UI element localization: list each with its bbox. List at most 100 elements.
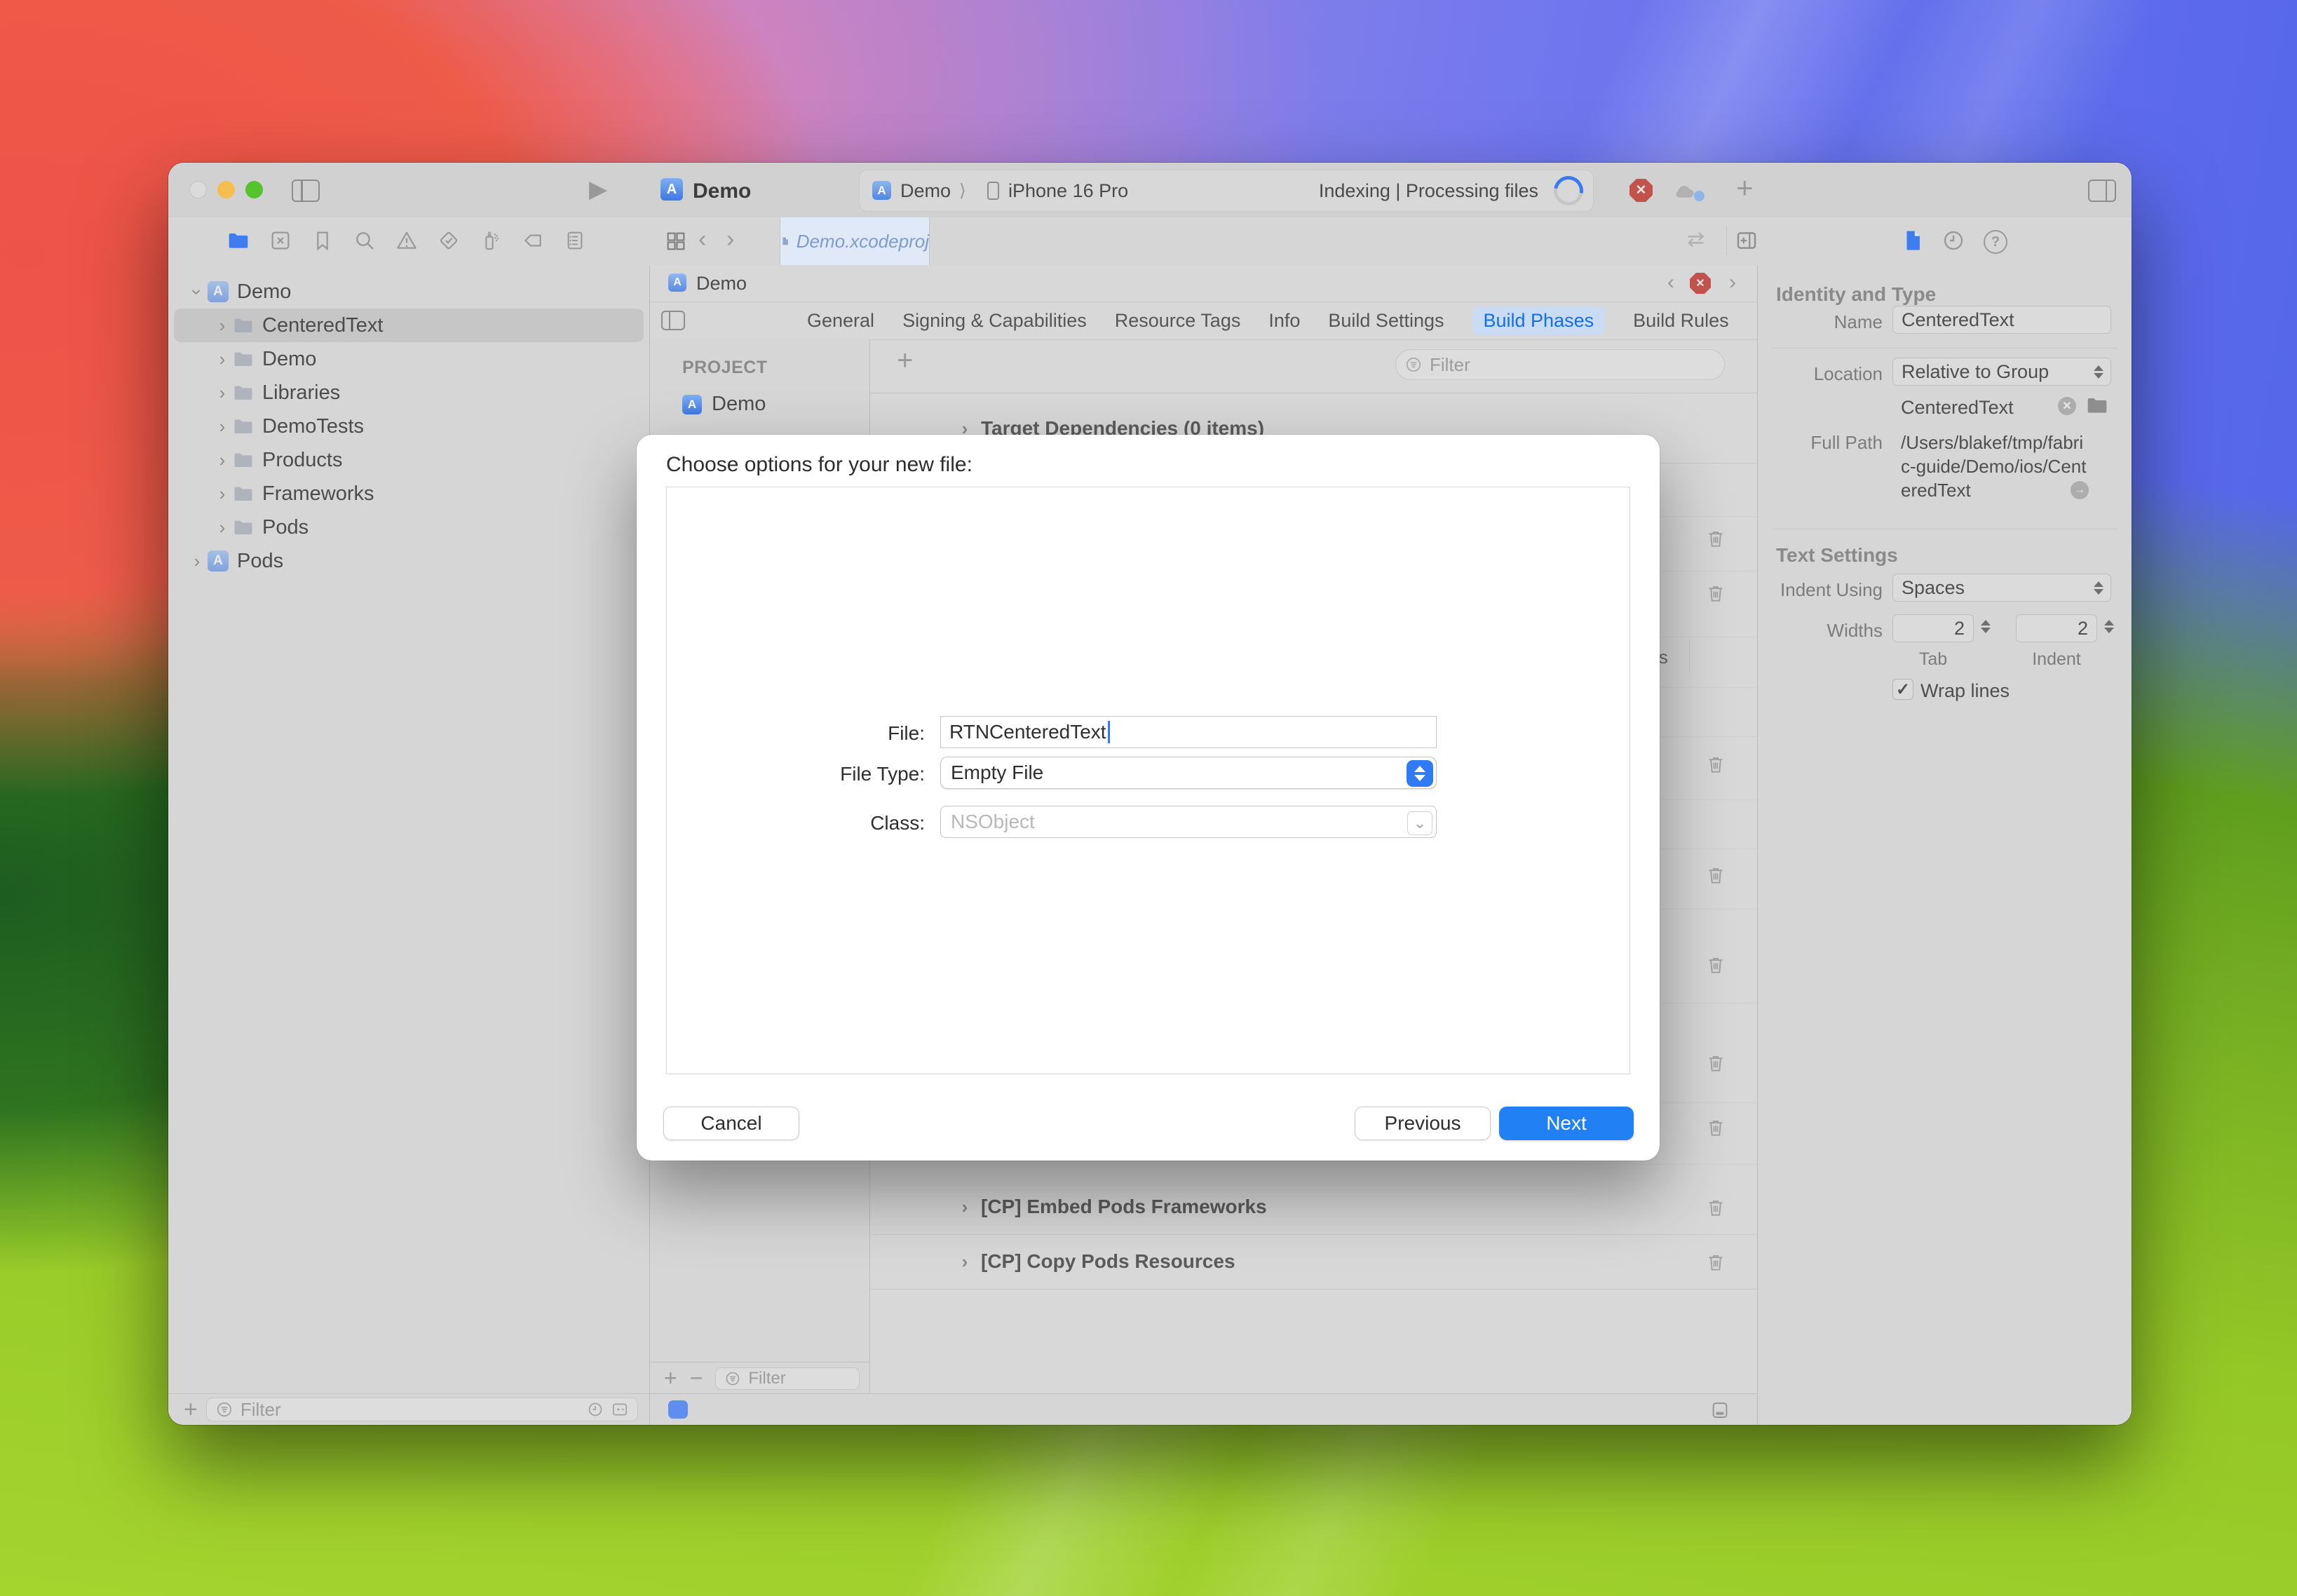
location-popup[interactable]: Relative to Group <box>1892 358 2111 386</box>
activity-viewer[interactable]: A Demo ⟩ iPhone 16 Pro Indexing | Proces… <box>859 170 1594 212</box>
add-editor-icon[interactable] <box>1735 229 1759 252</box>
disclosure-icon[interactable]: › <box>188 550 206 572</box>
back-button[interactable]: ‹ <box>698 226 706 253</box>
tree-row-products[interactable]: › Products <box>174 443 644 477</box>
find-navigator-icon[interactable] <box>353 229 376 252</box>
tab-build-rules[interactable]: Build Rules <box>1633 310 1729 332</box>
disclosure-icon[interactable]: › <box>213 449 231 471</box>
tree-row-pods-project[interactable]: › A Pods <box>174 544 644 578</box>
traffic-light-minimize[interactable] <box>217 181 235 198</box>
phases-filter-field[interactable]: Filter <box>1395 349 1725 380</box>
editor-mode-icon[interactable] <box>668 1400 688 1419</box>
issue-prev-button[interactable]: ‹ <box>1667 271 1674 295</box>
delete-phase-icon[interactable] <box>1705 527 1726 550</box>
tab-signing-capabilities[interactable]: Signing & Capabilities <box>902 310 1087 332</box>
editor-tab[interactable]: Demo.xcodeproj <box>780 217 930 265</box>
bookmark-navigator-icon[interactable] <box>311 229 334 252</box>
tree-row-demo-project[interactable]: › A Demo <box>174 275 644 309</box>
clear-group-icon[interactable]: ✕ <box>2058 397 2076 415</box>
project-list-item-demo[interactable]: A Demo <box>682 393 766 416</box>
scheme-name[interactable]: Demo <box>900 180 951 202</box>
delete-phase-icon[interactable] <box>1705 954 1726 976</box>
navigator-filter-field[interactable]: Filter <box>206 1398 638 1421</box>
breakpoint-navigator-icon[interactable] <box>522 229 544 252</box>
file-inspector-icon[interactable] <box>1901 229 1925 252</box>
tree-row-pods-group[interactable]: › Pods <box>174 510 644 544</box>
source-control-filter-icon[interactable] <box>611 1400 629 1419</box>
remove-target-button[interactable]: − <box>690 1365 703 1391</box>
toggle-project-list-icon[interactable] <box>661 311 685 330</box>
tab-build-settings[interactable]: Build Settings <box>1328 310 1444 332</box>
previous-button[interactable]: Previous <box>1355 1107 1491 1140</box>
delete-phase-icon[interactable] <box>1705 1196 1726 1219</box>
disclosure-icon[interactable]: › <box>956 1251 974 1273</box>
help-inspector-icon[interactable]: ? <box>1984 230 2007 254</box>
tab-info[interactable]: Info <box>1268 310 1300 332</box>
delete-phase-icon[interactable] <box>1705 1116 1726 1139</box>
adjust-editor-icon[interactable] <box>1709 1400 1730 1421</box>
history-inspector-icon[interactable] <box>1942 229 1965 252</box>
tree-row-frameworks[interactable]: › Frameworks <box>174 477 644 510</box>
tree-row-centeredtext[interactable]: › CenteredText <box>174 309 644 342</box>
add-file-button[interactable]: + <box>184 1396 198 1423</box>
library-add-button[interactable]: + <box>1736 171 1754 205</box>
name-field[interactable]: CenteredText <box>1892 306 2111 334</box>
add-build-phase-button[interactable]: + <box>897 345 913 377</box>
disclosure-icon[interactable]: › <box>187 283 208 301</box>
code-review-icon[interactable]: ⇄ <box>1687 227 1705 252</box>
test-navigator-icon[interactable] <box>438 229 460 252</box>
disclosure-icon[interactable]: › <box>213 517 231 539</box>
disclosure-icon[interactable]: › <box>213 349 231 370</box>
phase-row-embed-pods[interactable]: › [CP] Embed Pods Frameworks <box>870 1179 1757 1234</box>
error-badge[interactable]: ✕ <box>1629 179 1653 202</box>
run-button[interactable]: ▶ <box>589 175 607 203</box>
run-destination[interactable]: iPhone 16 Pro <box>1008 180 1128 202</box>
tree-row-demotests[interactable]: › DemoTests <box>174 410 644 443</box>
phase-row-copy-pods[interactable]: › [CP] Copy Pods Resources <box>870 1234 1757 1289</box>
indent-using-popup[interactable]: Spaces <box>1892 574 2111 602</box>
tree-row-demo-group[interactable]: › Demo <box>174 342 644 376</box>
issue-next-button[interactable]: › <box>1729 271 1736 295</box>
disclosure-icon[interactable]: › <box>956 1196 974 1218</box>
target-filter-field[interactable]: Filter <box>715 1367 860 1390</box>
add-target-button[interactable]: + <box>664 1365 677 1391</box>
delete-phase-icon[interactable] <box>1705 1251 1726 1273</box>
tab-resource-tags[interactable]: Resource Tags <box>1115 310 1241 332</box>
disclosure-icon[interactable]: › <box>213 416 231 438</box>
breadcrumb[interactable]: Demo <box>696 273 747 295</box>
cancel-button[interactable]: Cancel <box>663 1107 799 1140</box>
delete-phase-icon[interactable] <box>1705 864 1726 886</box>
tab-build-phases[interactable]: Build Phases <box>1472 306 1606 335</box>
toggle-inspector-icon[interactable] <box>2088 180 2116 202</box>
tab-width-field[interactable]: 2 <box>1892 614 1974 642</box>
source-control-icon[interactable] <box>269 229 292 252</box>
forward-button[interactable]: › <box>726 226 734 253</box>
class-combo-box[interactable]: NSObject ⌄ <box>940 806 1437 838</box>
traffic-light-close[interactable] <box>189 181 207 198</box>
toggle-navigator-icon[interactable] <box>292 180 320 202</box>
traffic-light-zoom[interactable] <box>245 181 263 198</box>
issue-error-badge[interactable]: ✕ <box>1690 273 1711 294</box>
delete-phase-icon[interactable] <box>1705 1052 1726 1074</box>
wrap-lines-checkbox[interactable]: ✓ <box>1892 679 1913 700</box>
issue-navigator-icon[interactable] <box>395 229 418 252</box>
indent-width-stepper[interactable] <box>2104 620 2125 633</box>
open-path-arrow-icon[interactable]: → <box>2071 481 2089 499</box>
disclosure-icon[interactable]: › <box>213 382 231 404</box>
project-navigator-icon[interactable] <box>227 229 250 252</box>
choose-folder-icon[interactable] <box>2086 394 2108 417</box>
disclosure-icon[interactable]: › <box>213 483 231 505</box>
recents-clock-icon[interactable] <box>587 1401 604 1418</box>
debug-navigator-icon[interactable] <box>480 229 502 252</box>
indent-width-field[interactable]: 2 <box>2016 614 2097 642</box>
tree-row-libraries[interactable]: › Libraries <box>174 376 644 410</box>
tab-general[interactable]: General <box>807 310 874 332</box>
file-name-input[interactable]: RTNCenteredText <box>940 716 1437 748</box>
file-type-popup[interactable]: Empty File <box>940 757 1437 789</box>
delete-phase-icon[interactable] <box>1705 753 1726 776</box>
report-navigator-icon[interactable] <box>564 229 586 252</box>
next-button[interactable]: Next <box>1499 1107 1634 1140</box>
delete-phase-icon[interactable] <box>1705 582 1726 604</box>
disclosure-icon[interactable]: › <box>213 315 231 337</box>
minimap-grid-icon[interactable] <box>665 230 687 252</box>
